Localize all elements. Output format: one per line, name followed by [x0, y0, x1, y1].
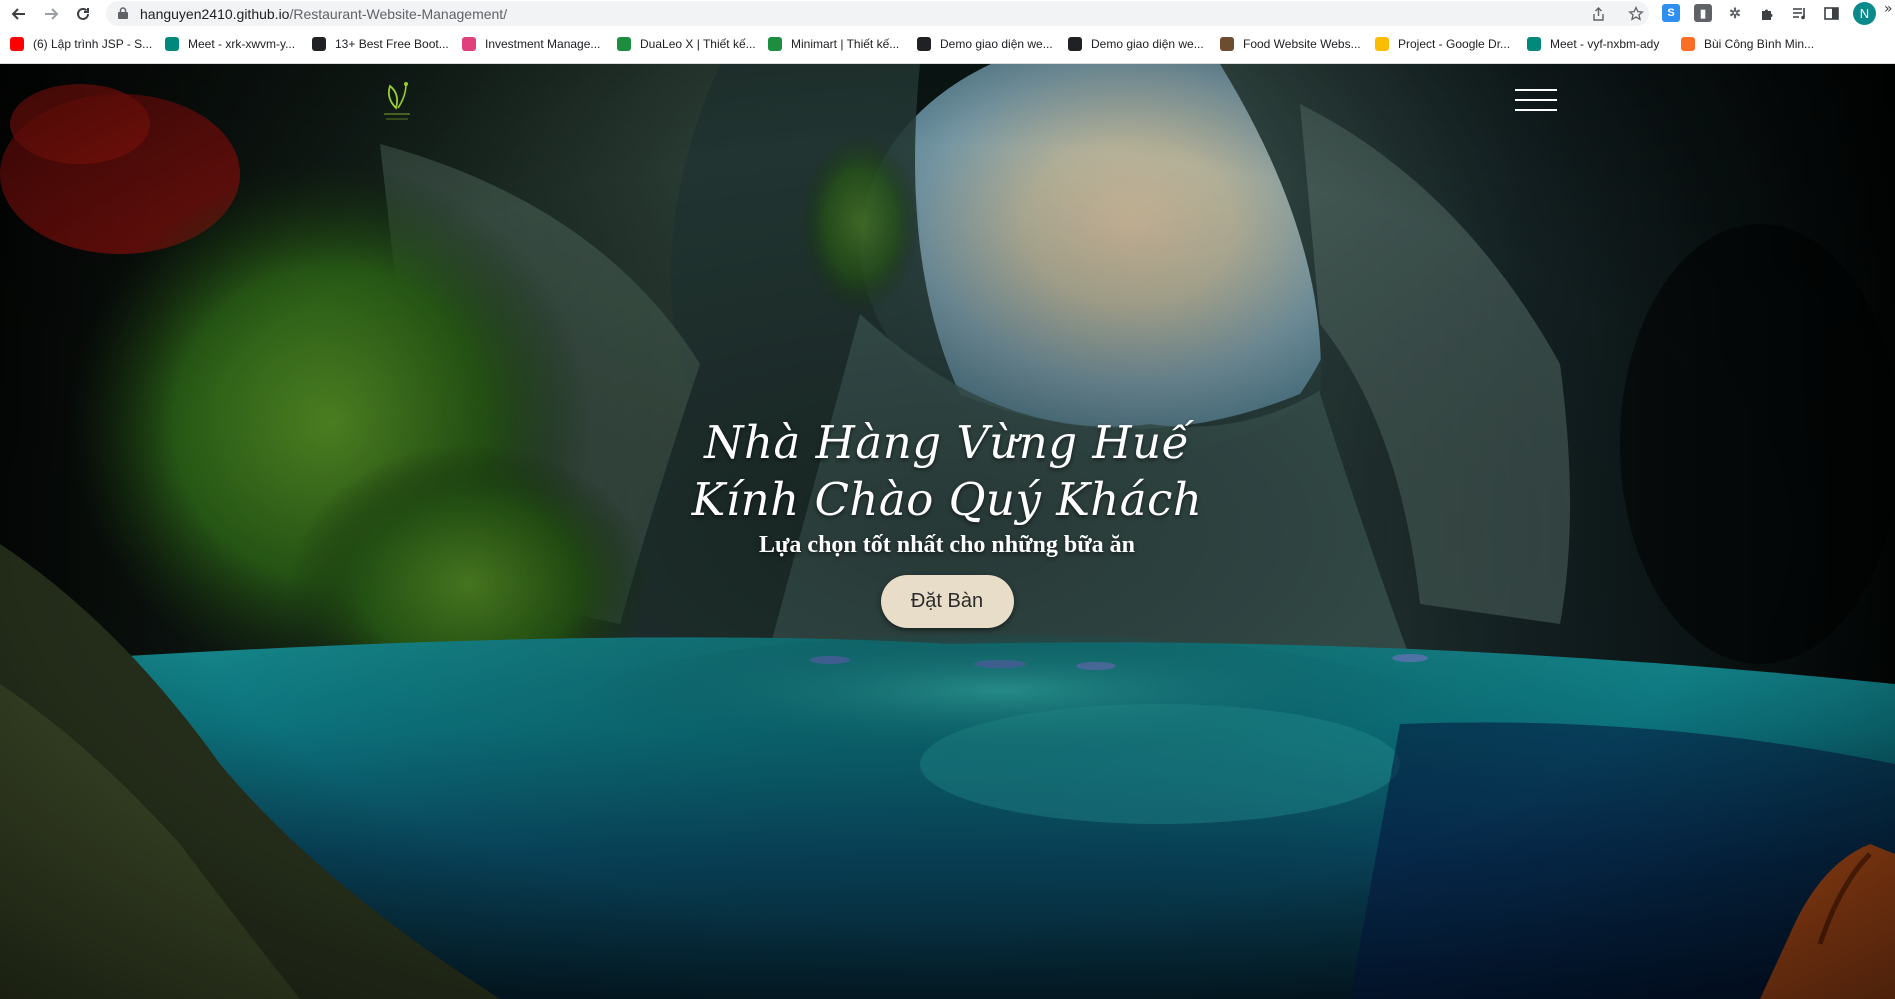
bookmark-label: (6) Lập trình JSP - S... [33, 37, 153, 51]
bookmark-label: Meet - xrk-xwvm-y... [188, 37, 296, 51]
bookmark-item[interactable]: Minimart | Thiết kế... [768, 33, 899, 55]
bookmark-label: Investment Manage... [485, 37, 601, 51]
bookmark-favicon-icon [768, 37, 782, 51]
profile-avatar[interactable]: N [1853, 2, 1876, 25]
bookmark-item[interactable]: Meet - xrk-xwvm-y... [165, 33, 295, 55]
url-path: /Restaurant-Website-Management/ [289, 6, 508, 22]
bookmark-item[interactable]: 13+ Best Free Boot... [312, 33, 449, 55]
bookmark-item[interactable]: Food Website Webs... [1220, 33, 1361, 55]
bookmark-label: Bùi Công Bình Min... [1704, 37, 1815, 51]
bookmark-label: Minimart | Thiết kế... [791, 37, 900, 51]
bookmarks-bar: (6) Lập trình JSP - S... Meet - xrk-xwvm-… [0, 33, 1895, 57]
bookmark-item[interactable]: Demo giao diện we... [917, 33, 1053, 55]
reload-icon[interactable] [72, 3, 94, 25]
bookmark-favicon-icon [10, 37, 24, 51]
bookmark-item[interactable]: DuaLeo X | Thiết kế... [617, 33, 756, 55]
bookmark-favicon-icon [1068, 37, 1082, 51]
bookmark-label: 13+ Best Free Boot... [335, 37, 449, 51]
lock-icon[interactable] [118, 7, 128, 19]
extension-icon[interactable]: ✲ [1726, 4, 1744, 22]
bookmark-item[interactable]: Meet - vyf-nxbm-ady [1527, 33, 1659, 55]
bookmark-item[interactable]: Demo giao diện we... [1068, 33, 1204, 55]
puzzle-icon[interactable] [1758, 4, 1776, 22]
browser-chrome: hanguyen2410.github.io/Restaurant-Websit… [0, 0, 1895, 64]
extension-icon[interactable]: S [1662, 4, 1680, 22]
hamburger-menu-icon[interactable] [1515, 88, 1557, 112]
bookmark-favicon-icon [1220, 37, 1234, 51]
extension-icon[interactable]: ▮ [1694, 4, 1712, 22]
back-arrow-icon[interactable] [8, 3, 30, 25]
bookmark-item[interactable]: (6) Lập trình JSP - S... [10, 33, 152, 55]
bookmark-label: Demo giao diện we... [1091, 37, 1204, 51]
book-table-button[interactable]: Đặt Bàn [880, 575, 1014, 628]
hero-title-line-1: Nhà Hàng Vừng Huế [704, 416, 1190, 469]
bookmark-favicon-icon [617, 37, 631, 51]
restaurant-page: Nhà Hàng Vừng Huế Kính Chào Quý Khách Lự… [0, 64, 1895, 999]
bookmark-label: Food Website Webs... [1243, 37, 1361, 51]
bookmark-item[interactable]: Project - Google Dr... [1375, 33, 1510, 55]
hero-title-line-2: Kính Chào Quý Khách [691, 473, 1203, 526]
leaf-logo-icon[interactable] [376, 78, 418, 126]
bookmark-favicon-icon [1527, 37, 1541, 51]
bookmark-favicon-icon [462, 37, 476, 51]
chevron-right-icon[interactable]: » [1884, 1, 1893, 17]
bookmark-label: DuaLeo X | Thiết kế... [640, 37, 756, 51]
bookmark-label: Meet - vyf-nxbm-ady [1550, 37, 1660, 51]
side-panel-icon[interactable] [1822, 4, 1840, 22]
bookmark-label: Demo giao diện we... [940, 37, 1053, 51]
bookmark-favicon-icon [165, 37, 179, 51]
bookmark-star-icon[interactable] [1627, 5, 1645, 23]
bookmark-label: Project - Google Dr... [1398, 37, 1511, 51]
hero-content: Nhà Hàng Vừng Huế Kính Chào Quý Khách Lự… [547, 414, 1347, 628]
share-icon[interactable] [1589, 5, 1607, 23]
url-host: hanguyen2410.github.io [140, 6, 290, 22]
forward-arrow-icon[interactable] [40, 3, 62, 25]
bookmark-favicon-icon [917, 37, 931, 51]
bookmark-item[interactable]: Bùi Công Bình Min... [1681, 33, 1814, 55]
bookmark-favicon-icon [312, 37, 326, 51]
bookmark-item[interactable]: Investment Manage... [462, 33, 600, 55]
url-text[interactable]: hanguyen2410.github.io/Restaurant-Websit… [140, 6, 507, 22]
bookmark-favicon-icon [1375, 37, 1389, 51]
media-control-icon[interactable] [1790, 4, 1808, 22]
address-bar[interactable]: hanguyen2410.github.io/Restaurant-Websit… [106, 1, 1649, 26]
browser-toolbar: hanguyen2410.github.io/Restaurant-Websit… [0, 0, 1895, 27]
hero-subtitle: Lựa chọn tốt nhất cho những bữa ăn [759, 532, 1135, 558]
bookmark-favicon-icon [1681, 37, 1695, 51]
